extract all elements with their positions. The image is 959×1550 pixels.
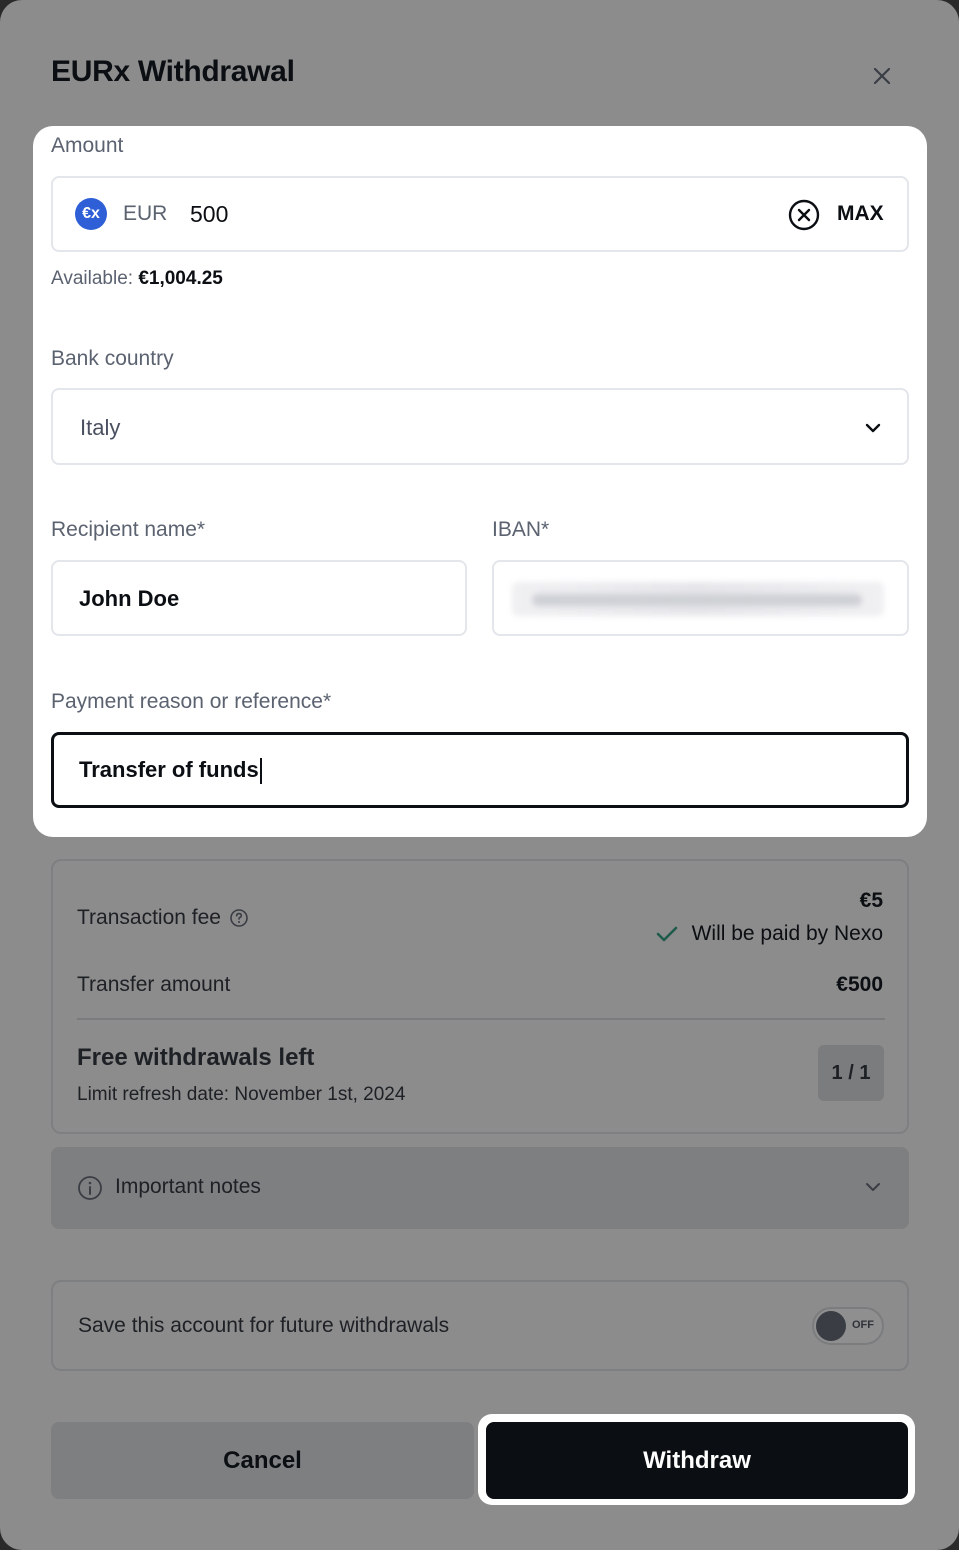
important-notes-label: Important notes (115, 1175, 261, 1198)
bank-country-select[interactable]: Italy (51, 388, 909, 465)
iban-field[interactable] (492, 560, 909, 636)
available-value: €1,004.25 (138, 268, 223, 289)
clear-amount-button[interactable] (787, 198, 821, 232)
payment-reason-label: Payment reason or reference* (51, 690, 332, 713)
bank-country-label: Bank country (51, 347, 174, 370)
free-withdrawals-title: Free withdrawals left (77, 1044, 315, 1071)
text-cursor (259, 758, 262, 785)
fee-paid-by-text: Will be paid by Nexo (691, 922, 883, 945)
fee-paid-by: Will be paid by Nexo (656, 922, 883, 946)
close-button[interactable] (866, 60, 898, 92)
clear-circle-icon (788, 199, 820, 231)
max-button[interactable]: MAX (837, 202, 884, 226)
check-icon (656, 926, 677, 942)
recipient-name-field[interactable]: John Doe (51, 560, 467, 636)
chevron-down-icon (865, 423, 881, 433)
iban-label: IBAN* (492, 518, 550, 541)
fee-summary: Transaction fee €5 Will be paid by Nexo … (51, 859, 909, 1134)
amount-input[interactable]: 500 (190, 201, 228, 228)
chevron-down-icon (866, 1183, 880, 1191)
limit-refresh-date: Limit refresh date: November 1st, 2024 (77, 1084, 406, 1105)
modal-title: EURx Withdrawal (51, 55, 295, 88)
toggle-state: OFF (852, 1319, 874, 1331)
save-account-label: Save this account for future withdrawals (78, 1314, 450, 1337)
toggle-knob (816, 1311, 846, 1341)
currency-code: EUR (123, 202, 168, 225)
transfer-amount-label: Transfer amount (77, 973, 231, 996)
payment-reason-value: Transfer of funds (79, 757, 262, 785)
payment-reason-field[interactable]: Transfer of funds (51, 732, 909, 808)
available-label: Available: (51, 268, 134, 289)
help-icon[interactable] (229, 908, 249, 928)
save-account-toggle[interactable]: OFF (812, 1307, 884, 1345)
transaction-fee-row: Transaction fee (77, 906, 249, 930)
cancel-button[interactable]: Cancel (51, 1422, 474, 1499)
save-account-row: Save this account for future withdrawals… (51, 1280, 909, 1371)
important-notes-accordion[interactable]: Important notes (51, 1147, 909, 1229)
transfer-amount-value: €500 (836, 973, 883, 996)
withdraw-button[interactable]: Withdraw (486, 1422, 908, 1499)
bank-country-value: Italy (80, 415, 121, 440)
available-balance: Available: €1,004.25 (51, 268, 223, 290)
eurx-coin-icon: €x (75, 198, 107, 230)
recipient-name-label: Recipient name* (51, 518, 206, 541)
recipient-name-value: John Doe (79, 586, 180, 611)
amount-label: Amount (51, 134, 124, 157)
divider (77, 1018, 885, 1020)
transaction-fee-label: Transaction fee (77, 906, 221, 929)
withdrawal-form: Amount €x EUR 500 MAX Available: €1,004.… (33, 126, 927, 837)
free-withdrawals-count: 1 / 1 (818, 1045, 884, 1101)
iban-redacted-value (512, 582, 884, 616)
close-icon (873, 67, 891, 85)
payment-reason-text: Transfer of funds (79, 757, 259, 782)
info-icon (78, 1176, 102, 1200)
amount-field[interactable]: €x EUR 500 MAX (51, 176, 909, 252)
withdrawal-modal: EURx Withdrawal Amount €x EUR 500 MAX Av… (0, 0, 959, 1550)
transaction-fee-value: €5 (859, 889, 883, 912)
